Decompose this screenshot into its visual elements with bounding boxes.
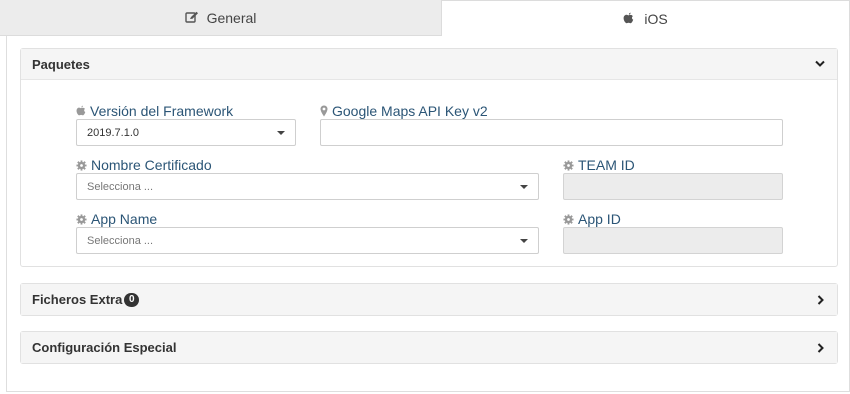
google-maps-key-input[interactable] — [320, 119, 783, 146]
panel-configuracion-especial-title: Configuración Especial — [32, 340, 177, 355]
map-marker-icon — [320, 105, 328, 117]
panel-configuracion-especial-header[interactable]: Configuración Especial — [21, 332, 837, 363]
panel-ficheros-extra-title-wrap: Ficheros Extra 0 — [32, 292, 817, 307]
tab-general-label: General — [206, 9, 257, 26]
framework-version-value: 2019.7.1.0 — [87, 126, 139, 139]
app-id-label: App ID — [563, 211, 621, 227]
app-name-select[interactable]: Selecciona ... — [76, 227, 539, 254]
app-id-label-text: App ID — [578, 211, 621, 227]
caret-down-icon — [520, 238, 528, 243]
gear-icon — [563, 159, 574, 171]
tab-bar: General iOS — [0, 0, 850, 36]
gear-icon — [563, 213, 574, 225]
app-name-placeholder: Selecciona ... — [87, 234, 154, 247]
gear-icon — [76, 213, 87, 225]
apple-icon — [76, 105, 86, 117]
certificate-name-select[interactable]: Selecciona ... — [76, 173, 539, 200]
panel-ficheros-extra-title: Ficheros Extra — [32, 292, 123, 307]
caret-down-icon — [277, 130, 285, 135]
framework-version-label-text: Versión del Framework — [90, 103, 234, 119]
app-name-label: App Name — [76, 211, 157, 227]
chevron-right-icon — [817, 294, 825, 305]
chevron-right-icon — [817, 342, 825, 353]
panel-paquetes-title: Paquetes — [32, 56, 90, 72]
chevron-down-icon — [815, 60, 825, 68]
gear-icon — [76, 159, 87, 171]
panel-paquetes-header[interactable]: Paquetes — [21, 49, 837, 80]
edit-icon — [184, 11, 199, 24]
certificate-name-placeholder: Selecciona ... — [87, 180, 154, 193]
framework-version-label: Versión del Framework — [76, 103, 233, 119]
caret-down-icon — [520, 184, 528, 189]
panel-ficheros-extra-header[interactable]: Ficheros Extra 0 — [21, 284, 837, 315]
certificate-name-label-text: Nombre Certificado — [91, 157, 212, 173]
tab-ios-label: iOS — [644, 10, 668, 27]
app-id-input — [563, 227, 783, 254]
certificate-name-label: Nombre Certificado — [76, 157, 212, 173]
ios-tab-content: Paquetes Versión del Framework 2019.7.1.… — [6, 36, 850, 392]
app-name-label-text: App Name — [91, 211, 158, 227]
apple-icon — [623, 12, 634, 25]
framework-version-select[interactable]: 2019.7.1.0 — [76, 119, 296, 146]
panel-paquetes-body: Versión del Framework 2019.7.1.0 Google … — [21, 80, 837, 267]
team-id-label: TEAM ID — [563, 157, 635, 173]
panel-paquetes: Paquetes Versión del Framework 2019.7.1.… — [20, 48, 838, 267]
google-maps-key-label-text: Google Maps API Key v2 — [332, 103, 488, 119]
panel-configuracion-especial: Configuración Especial — [20, 331, 838, 364]
panel-ficheros-extra: Ficheros Extra 0 — [20, 283, 838, 316]
team-id-label-text: TEAM ID — [578, 157, 635, 173]
tab-general[interactable]: General — [0, 0, 441, 36]
tab-ios[interactable]: iOS — [441, 0, 850, 36]
ficheros-count-badge: 0 — [124, 292, 140, 307]
team-id-input — [563, 173, 783, 200]
google-maps-key-label: Google Maps API Key v2 — [320, 103, 488, 119]
